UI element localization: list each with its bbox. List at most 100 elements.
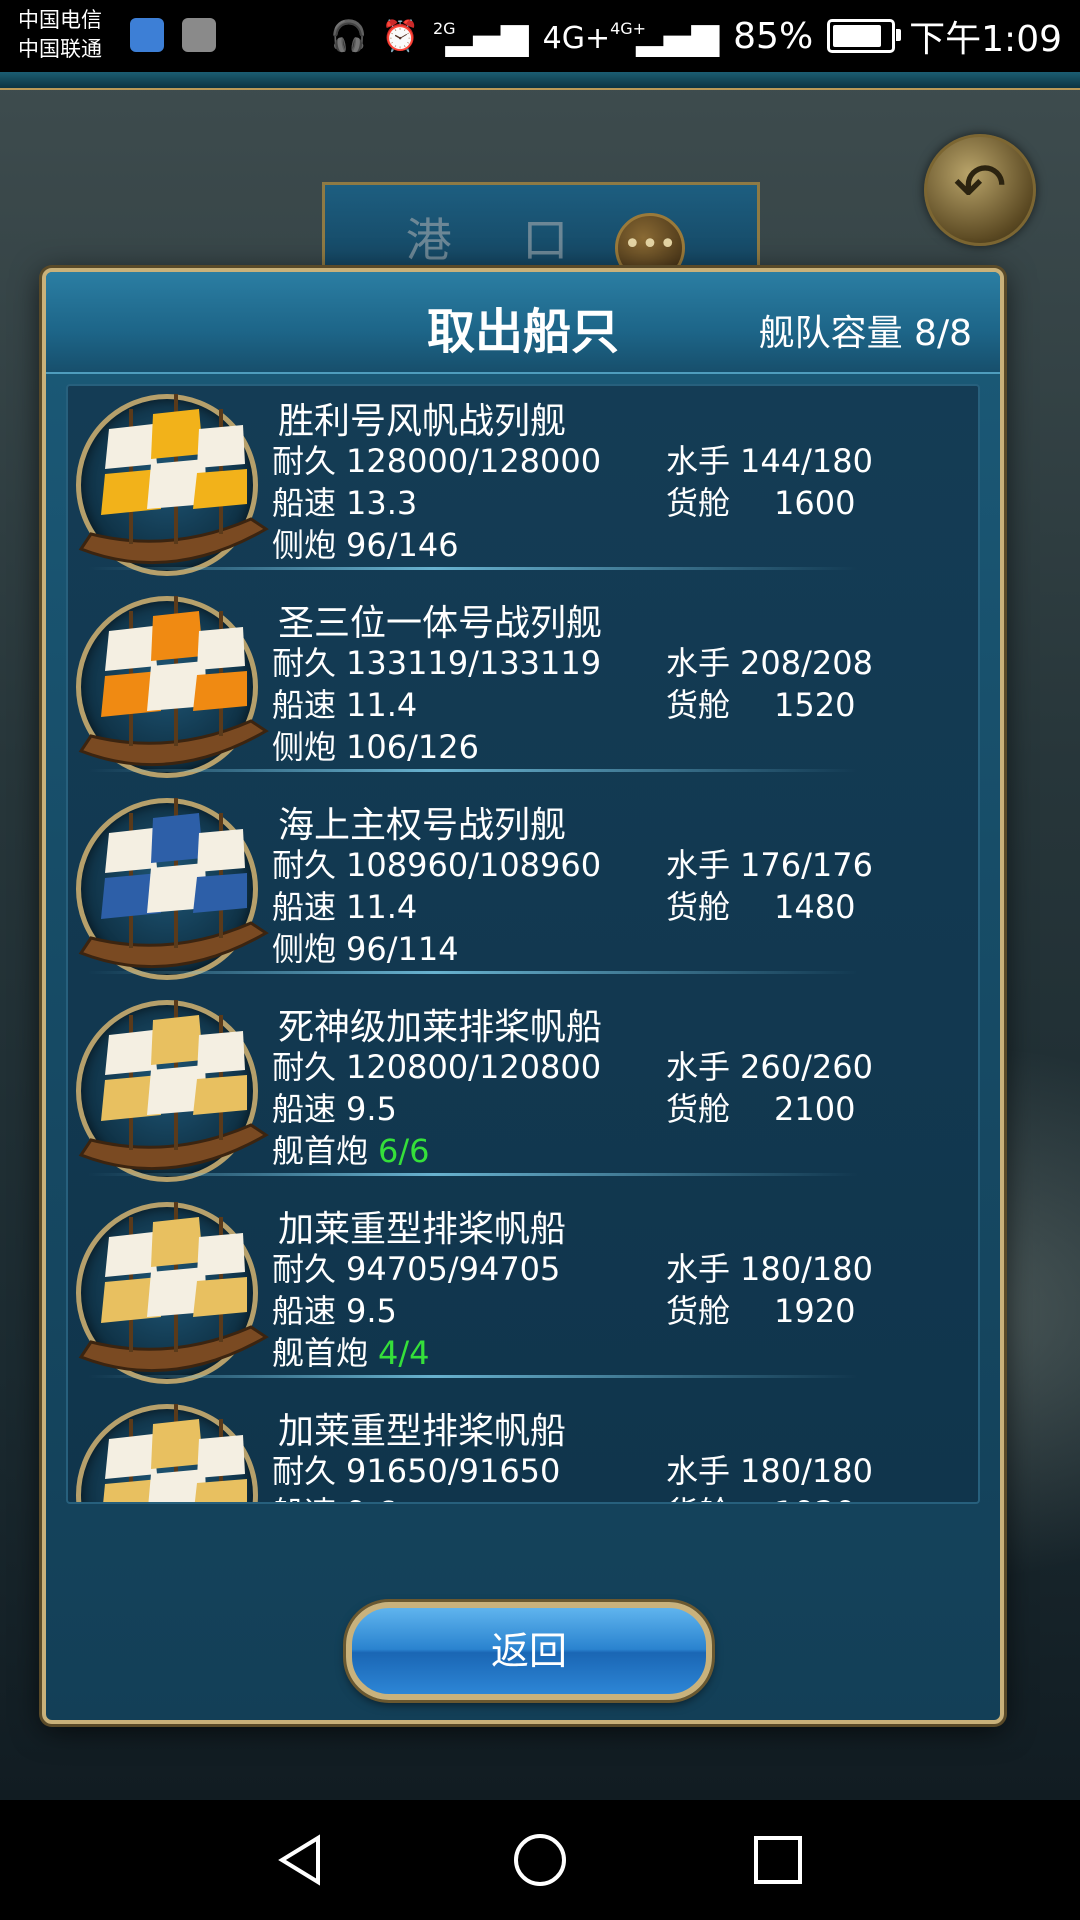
guns-value: 96/146 (346, 526, 459, 564)
ship-guns: 舰首炮 4/4 (272, 1328, 430, 1374)
durability-value: 91650/91650 (346, 1452, 561, 1490)
return-button[interactable]: 返回 (346, 1602, 712, 1700)
nav-home-icon[interactable] (510, 1830, 570, 1890)
ship-list[interactable]: 胜利号风帆战列舰 耐久 128000/128000 船速 13.3 侧炮 96/146 水手 1… (66, 384, 980, 1504)
top-rail (0, 72, 1080, 90)
crew-value: 180/180 (740, 1452, 873, 1490)
signal-2g-icon: 2G▂▄▆ (432, 15, 529, 57)
guns-label: 侧炮 (272, 930, 337, 968)
ship-crew: 水手 208/208 (666, 638, 873, 684)
ship-icon (78, 798, 269, 969)
cargo-value: 1600 (774, 484, 856, 522)
durability-value: 120800/120800 (346, 1048, 602, 1086)
speed-label: 船速 (272, 484, 337, 522)
fleet-capacity: 舰队容量 8/8 (758, 313, 972, 354)
ship-row[interactable]: 死神级加莱排桨帆船 耐久 120800/120800 船速 9.5 舰首炮 6/6 水手 260… (68, 982, 978, 1184)
ship-cargo: 货舱 1600 (666, 478, 855, 524)
crew-label: 水手 (666, 1452, 731, 1490)
durability-label: 耐久 (272, 442, 337, 480)
ship-durability: 耐久 108960/108960 (272, 840, 601, 886)
back-arrow-icon[interactable]: ↶ (924, 134, 1036, 246)
ship-row[interactable]: 胜利号风帆战列舰 耐久 128000/128000 船速 13.3 侧炮 96/146 水手 1… (68, 386, 978, 578)
ship-guns: 侧炮 96/114 (272, 924, 459, 970)
speed-value: 11.4 (346, 686, 418, 724)
navigation-bar (0, 1800, 1080, 1920)
crew-value: 180/180 (740, 1250, 873, 1288)
durability-label: 耐久 (272, 644, 337, 682)
guns-value: 6/6 (378, 1132, 430, 1170)
speed-value: 9.5 (346, 1292, 397, 1330)
ship-crew: 水手 180/180 (666, 1244, 873, 1290)
guns-label: 侧炮 (272, 526, 337, 564)
ship-durability: 耐久 120800/120800 (272, 1042, 601, 1088)
ship-guns: 侧炮 96/146 (272, 520, 459, 566)
guns-label: 舰首炮 (272, 1132, 369, 1170)
ship-durability: 耐久 128000/128000 (272, 436, 601, 482)
ship-portrait (76, 596, 269, 778)
guns-value: 106/126 (346, 728, 479, 766)
speed-label: 船速 (272, 888, 337, 926)
battery-fill (833, 25, 881, 47)
durability-label: 耐久 (272, 1250, 337, 1288)
alarm-icon: ⏰ (381, 18, 419, 54)
nav-recent-icon[interactable] (748, 1830, 808, 1890)
ship-cargo: 货舱 1920 (666, 1286, 855, 1332)
ship-cargo: 货舱 2100 (666, 1084, 855, 1130)
cargo-value: 2100 (774, 1090, 856, 1128)
nav-back-icon[interactable] (270, 1830, 330, 1890)
gallery-app-icon (182, 18, 216, 52)
crew-label: 水手 (666, 1048, 731, 1086)
ship-portrait (76, 1202, 269, 1384)
carrier-1: 中国电信 (18, 8, 102, 32)
ship-icon (78, 1202, 269, 1373)
ship-speed: 船速 9.6 (272, 1488, 397, 1502)
ship-portrait (76, 798, 269, 980)
durability-value: 94705/94705 (346, 1250, 561, 1288)
guns-value: 96/114 (346, 930, 459, 968)
crew-label: 水手 (666, 644, 731, 682)
game-area: ↶ 港 口 ••• 取出船只 舰队容量 8/8 胜利号风帆战列舰 耐久 128000… (0, 72, 1080, 1800)
cargo-label: 货舱 (666, 686, 731, 724)
cargo-label: 货舱 (666, 1090, 731, 1128)
ship-speed: 船速 9.5 (272, 1286, 397, 1332)
durability-label: 耐久 (272, 1048, 337, 1086)
ship-portrait (76, 1404, 258, 1502)
speed-label: 船速 (272, 686, 337, 724)
status-right: 🎧 ⏰ 2G▂▄▆ 4G+4G+▂▄▆ 85% 下午1:09 (330, 10, 1062, 62)
ship-speed: 船速 11.4 (272, 882, 417, 928)
ship-icon (103, 1404, 247, 1502)
ship-row[interactable]: 海上主权号战列舰 耐久 108960/108960 船速 11.4 侧炮 96/114 水手 1… (68, 780, 978, 982)
crew-value: 176/176 (740, 846, 873, 884)
cargo-value: 1520 (774, 686, 856, 724)
battery-percent: 85% (733, 15, 814, 57)
ship-icon (78, 596, 269, 767)
ship-row[interactable]: 加莱重型排桨帆船耐久91650/91650船速9.6舰首炮水手180/180货舱… (68, 1386, 978, 1502)
crew-value: 144/180 (740, 442, 873, 480)
ship-guns: 舰首炮 6/6 (272, 1126, 430, 1172)
guns-label: 舰首炮 (272, 1334, 369, 1372)
cargo-label: 货舱 (666, 1494, 730, 1502)
speed-value: 11.4 (346, 888, 418, 926)
ship-icon (78, 394, 269, 565)
crew-label: 水手 (666, 442, 731, 480)
cargo-value: 1480 (774, 888, 856, 926)
ship-cargo: 货舱 1520 (666, 680, 855, 726)
speed-label: 船速 (272, 1494, 336, 1502)
speed-value: 9.5 (346, 1090, 397, 1128)
durability-value: 133119/133119 (346, 644, 602, 682)
cargo-label: 货舱 (666, 888, 731, 926)
durability-label: 耐久 (272, 1452, 337, 1490)
ship-crew: 水手 180/180 (666, 1446, 873, 1492)
ship-durability: 耐久 91650/91650 (272, 1446, 560, 1492)
ship-portrait (76, 1000, 269, 1182)
crew-value: 208/208 (740, 644, 873, 682)
ship-speed: 船速 13.3 (272, 478, 417, 524)
ship-row[interactable]: 圣三位一体号战列舰 耐久 133119/133119 船速 11.4 侧炮 106/126 水… (68, 578, 978, 780)
ship-speed: 船速 9.5 (272, 1084, 397, 1130)
ship-durability: 耐久 94705/94705 (272, 1244, 560, 1290)
clock: 下午1:09 (909, 19, 1062, 60)
ship-row[interactable]: 加莱重型排桨帆船 耐久 94705/94705 船速 9.5 舰首炮 4/4 水手 180/18… (68, 1184, 978, 1386)
cargo-value: 1920 (774, 1494, 855, 1502)
headphones-icon: 🎧 (330, 18, 368, 54)
ship-portrait (76, 394, 269, 576)
